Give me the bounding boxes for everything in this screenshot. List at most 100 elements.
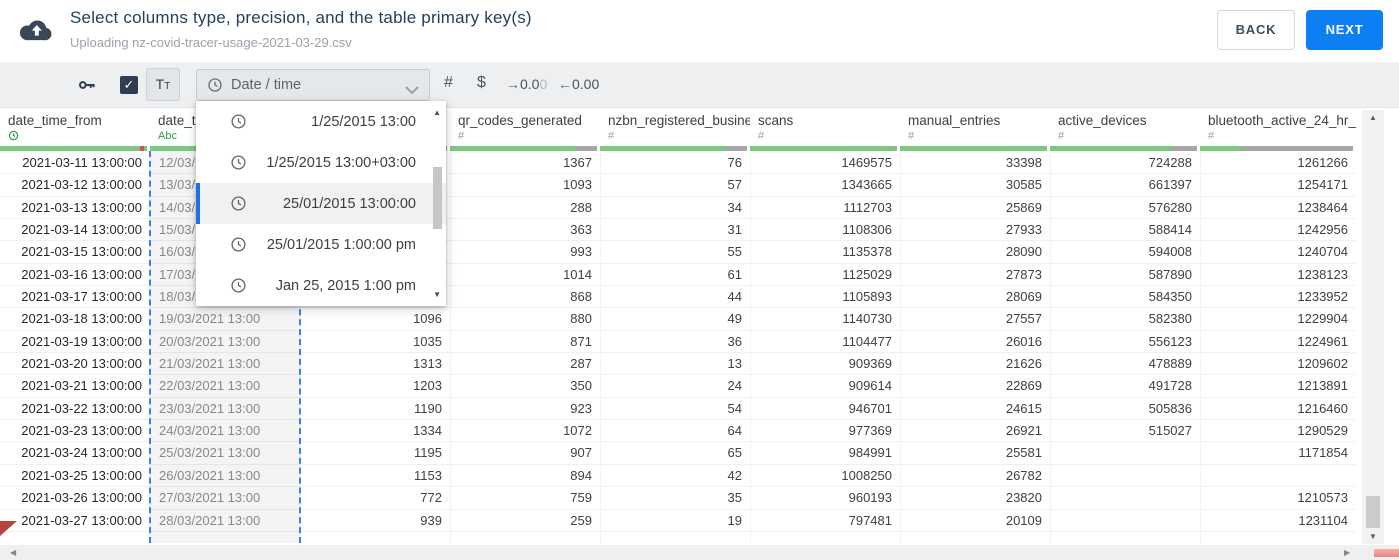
table-cell: 1014 (450, 263, 600, 286)
table-cell: 1153 (300, 464, 450, 487)
table-cell: 1240704 (1200, 241, 1356, 263)
table-cell: 661397 (1050, 174, 1200, 196)
table-row: 2021-03-27 13:00:00 28/03/2021 13:00 939 25… (0, 509, 1356, 532)
table-cell: 1008250 (750, 464, 900, 487)
arrow-left-icon: ← (558, 76, 572, 92)
horizontal-scrollbar[interactable]: ◀ ▶ (0, 545, 1399, 560)
table-cell: 1469575 (750, 152, 900, 174)
back-button[interactable]: BACK (1217, 10, 1295, 50)
format-option-label: 25/01/2015 13:00:00 (282, 195, 416, 212)
datetime-format-option[interactable]: Jan 25, 2015 1:00 pm (196, 265, 446, 306)
column-label: scans (758, 113, 794, 128)
dec-right-main: 0.0 (520, 76, 540, 92)
column-header-date_time_from[interactable]: date_time_from (0, 108, 150, 146)
table-cell: 25/03/2021 13:00 (150, 442, 300, 464)
column-header-manual_entries[interactable]: manual_entries # (900, 108, 1050, 146)
number-type-button[interactable]: # (444, 74, 453, 92)
page-header: Select columns type, precision, and the … (0, 0, 1399, 62)
table-cell: 2021-03-23 13:00:00 (21, 423, 142, 439)
table-cell (0, 532, 150, 544)
horizontal-scrollbar-thumb[interactable] (1374, 549, 1399, 557)
table-cell: 1125029 (750, 263, 900, 286)
table-cell: 26016 (900, 330, 1050, 353)
vertical-scrollbar[interactable]: ▲ ▼ (1362, 110, 1384, 544)
table-cell: 1367 (450, 152, 600, 174)
table-cell: 1242956 (1200, 219, 1356, 241)
datetime-format-option[interactable]: 25/01/2015 1:00:00 pm (196, 224, 446, 265)
table-cell: 33398 (900, 152, 1050, 174)
dropdown-scroll-down-icon[interactable]: ▼ (433, 290, 441, 299)
table-cell: 25869 (900, 196, 1050, 219)
column-type-select[interactable]: Date / time (196, 69, 430, 101)
table-cell: 23820 (900, 487, 1050, 509)
scroll-right-icon[interactable]: ▶ (1344, 548, 1350, 557)
table-cell: 2021-03-20 13:00:00 (21, 356, 142, 372)
table-cell: 2021-03-16 13:00:00 (21, 266, 142, 282)
clock-icon (230, 154, 247, 171)
table-cell: 2021-03-19 13:00:00 (21, 333, 142, 349)
number-type-label: # (458, 130, 465, 142)
table-cell (1050, 531, 1200, 544)
table-cell: 1213891 (1200, 375, 1356, 397)
table-cell: 27933 (900, 219, 1050, 241)
table-cell: 909369 (750, 353, 900, 375)
table-cell: 1035 (300, 330, 450, 353)
datetime-format-option[interactable]: 1/25/2015 13:00 (196, 101, 446, 142)
number-type-label: # (608, 130, 615, 142)
table-cell: 42 (600, 464, 750, 487)
column-quality-bar (0, 146, 147, 151)
datetime-format-option[interactable]: 25/01/2015 13:00:00 (196, 183, 446, 224)
scroll-down-icon[interactable]: ▼ (1362, 532, 1384, 541)
table-cell: 880 (450, 308, 600, 330)
table-cell: 868 (450, 286, 600, 308)
next-button[interactable]: NEXT (1306, 10, 1383, 50)
table-cell: 28090 (900, 241, 1050, 263)
include-column-checkbox[interactable]: ✓ (120, 76, 138, 94)
primary-key-icon[interactable] (76, 75, 98, 100)
dec-left-main: 0.00 (572, 76, 600, 92)
clock-icon (230, 113, 247, 130)
table-cell: 1313 (300, 353, 450, 375)
table-cell: 1112703 (750, 196, 900, 219)
dropdown-scrollbar-thumb[interactable] (433, 167, 442, 229)
format-option-label: 25/01/2015 1:00:00 pm (266, 236, 416, 253)
column-type-select-value: Date / time (231, 77, 302, 93)
table-cell: 1233952 (1200, 286, 1356, 308)
column-header-scans[interactable]: scans # (750, 108, 900, 146)
text-type-button[interactable]: TT (146, 68, 180, 101)
datetime-format-option[interactable]: 1/25/2015 13:00+03:00 (196, 142, 446, 183)
column-header-qr_codes_generated[interactable]: qr_codes_generated # (450, 108, 600, 146)
table-cell: 907 (450, 442, 600, 464)
table-cell: 28069 (900, 286, 1050, 308)
increase-decimals-button[interactable]: ←0.00 (558, 76, 599, 92)
page-title: Select columns type, precision, and the … (70, 8, 532, 27)
table-cell: 24615 (900, 397, 1050, 420)
scroll-left-icon[interactable]: ◀ (10, 548, 16, 557)
table-cell (1200, 464, 1356, 487)
table-cell (1050, 487, 1200, 509)
table-cell: 1238464 (1200, 196, 1356, 219)
table-cell: 797481 (750, 509, 900, 531)
column-label: manual_entries (908, 113, 1001, 128)
table-row: 2021-03-19 13:00:00 20/03/2021 13:00 1035 8… (0, 330, 1356, 354)
table-cell: 23/03/2021 13:00 (150, 397, 300, 420)
column-header-active_devices[interactable]: active_devices # (1050, 108, 1200, 146)
table-cell: 491728 (1050, 375, 1200, 397)
clock-icon (230, 277, 247, 294)
table-cell: 27873 (900, 263, 1050, 286)
table-cell: 57 (600, 174, 750, 196)
table-cell: 1261266 (1200, 152, 1356, 174)
format-option-label: Jan 25, 2015 1:00 pm (275, 277, 416, 294)
table-cell: 363 (450, 219, 600, 241)
column-quality-bar (900, 146, 1047, 151)
column-header-nzbn_registered_busine[interactable]: nzbn_registered_busine # (600, 108, 750, 146)
table-cell: 26/03/2021 13:00 (150, 464, 300, 487)
dropdown-scroll-up-icon[interactable]: ▲ (433, 108, 441, 117)
column-header-bluetooth_active_24_hr_[interactable]: bluetooth_active_24_hr_ # (1200, 108, 1356, 146)
table-cell: 1104477 (750, 330, 900, 353)
column-quality-bar (750, 146, 897, 151)
currency-type-button[interactable]: $ (477, 74, 486, 92)
scroll-up-icon[interactable]: ▲ (1362, 113, 1384, 122)
vertical-scrollbar-thumb[interactable] (1366, 496, 1380, 528)
decrease-decimals-button[interactable]: →0.00 (506, 76, 547, 92)
